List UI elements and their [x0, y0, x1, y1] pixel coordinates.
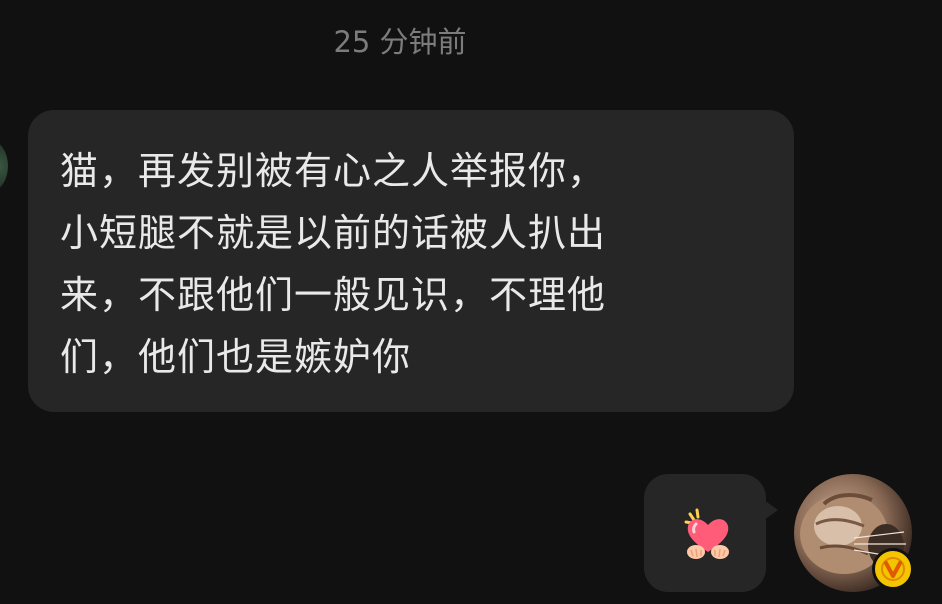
heart-hands-sticker-icon: [684, 508, 729, 559]
verified-badge-icon: [872, 548, 914, 590]
peer-avatar[interactable]: [0, 140, 8, 192]
message-line: 猫，再发别被有心之人举报你，: [60, 149, 607, 193]
message-line: 们，他们也是嫉妒你: [60, 335, 412, 379]
message-line: 来，不跟他们一般见识，不理他: [60, 273, 607, 317]
chat-screen: 25 分钟前 猫，再发别被有心之人举报你， 小短腿不就是以前的话被人扒出 来，不…: [0, 0, 942, 604]
incoming-message-text: 猫，再发别被有心之人举报你， 小短腿不就是以前的话被人扒出 来，不跟他们一般见识…: [60, 140, 766, 388]
message-line: 小短腿不就是以前的话被人扒出: [60, 211, 607, 255]
message-timestamp: 25 分钟前: [333, 25, 467, 59]
incoming-message-bubble[interactable]: 猫，再发别被有心之人举报你， 小短腿不就是以前的话被人扒出 来，不跟他们一般见识…: [28, 110, 794, 412]
outgoing-message-bubble[interactable]: [644, 474, 778, 592]
